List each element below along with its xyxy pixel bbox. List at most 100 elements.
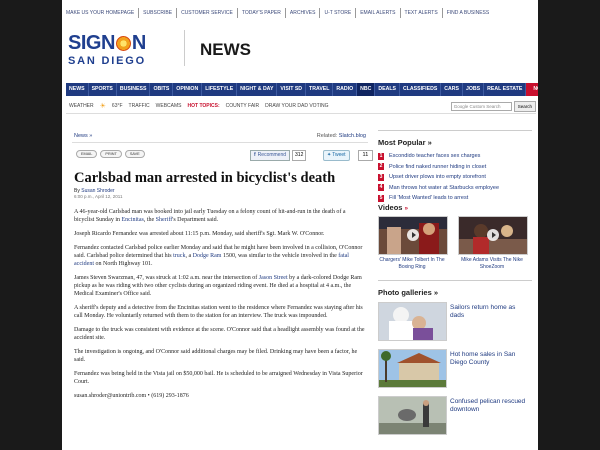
popular-link[interactable]: Upset driver plows into empty storefront (389, 174, 486, 180)
gallery-caption[interactable]: Sailors return home as dads (450, 304, 530, 320)
traffic-link[interactable]: TRAFFIC (126, 103, 153, 109)
top-link-text-alerts[interactable]: TEXT ALERTS (401, 8, 443, 18)
nav-cars[interactable]: CARS (441, 83, 463, 96)
video-card[interactable]: Chargers' Mike Tolbert In The Boxing Rin… (378, 216, 448, 270)
page: MAKE US YOUR HOMEPAGE SUBSCRIBE CUSTOMER… (62, 0, 538, 450)
gallery-item[interactable]: Confused pelican rescued downtown (378, 396, 532, 436)
gallery-thumbnail-image (379, 350, 446, 387)
save-button[interactable]: SAVE (124, 150, 145, 158)
text-run: on North Highway 101. (94, 261, 153, 267)
list-item[interactable]: 4 Man throws hot water at Starbucks emplo… (378, 183, 532, 194)
nav-opinion[interactable]: OPINION (173, 83, 203, 96)
nav-radio[interactable]: RADIO (333, 83, 358, 96)
breadcrumb: News » Related: Slatch.blog (72, 130, 368, 143)
tweet-button[interactable]: ✦Tweet (323, 150, 350, 161)
videos-title-text: Videos (378, 203, 403, 212)
logo-word: SIGN (68, 32, 115, 54)
top-link-subscribe[interactable]: SUBSCRIBE (139, 8, 178, 18)
link-jason-street[interactable]: Jason Street (259, 275, 288, 281)
gallery-thumbnail[interactable] (378, 396, 447, 435)
author-contact: susan.shroder@uniontrib.com • (619) 293-… (74, 393, 189, 399)
most-popular-title[interactable]: Most Popular » (378, 130, 532, 147)
popular-link[interactable]: Police find naked runner hiding in close… (389, 164, 486, 170)
top-links-bar: MAKE US YOUR HOMEPAGE SUBSCRIBE CUSTOMER… (62, 8, 538, 18)
gallery-item[interactable]: Sailors return home as dads (378, 302, 532, 342)
print-button[interactable]: PRINT (100, 150, 122, 158)
link-dodge-ram[interactable]: Dodge Ram (193, 253, 222, 259)
popular-link[interactable]: Escondido teacher faces sex charges (389, 153, 480, 159)
nav-sports[interactable]: SPORTS (89, 83, 117, 96)
text-run: , the (143, 217, 156, 223)
search-button[interactable]: Search (513, 100, 536, 112)
list-item[interactable]: 5 Fill 'Most Wanted' leads to arrest (378, 193, 532, 204)
related-link[interactable]: Slatch.blog (339, 133, 366, 139)
top-link-homepage[interactable]: MAKE US YOUR HOMEPAGE (62, 8, 140, 18)
popular-link[interactable]: Fill 'Most Wanted' leads to arrest (389, 195, 468, 201)
nav-jobs[interactable]: JOBS (463, 83, 485, 96)
video-caption[interactable]: Mike Adams Visits The Nike ShoeZoom (458, 257, 526, 270)
videos-section: Videos » Chargers' Mike Tolbert In The B… (378, 203, 532, 270)
gallery-item[interactable]: Hot home sales in San Diego County (378, 349, 532, 389)
facebook-count: 312 (292, 150, 307, 161)
nav-lifestyle[interactable]: LIFESTYLE (202, 83, 238, 96)
hot-topic-draw-your-dad[interactable]: DRAW YOUR DAD VOTING (262, 103, 331, 109)
site-logo[interactable]: SIGN N SAN DIEGO (68, 33, 174, 69)
gallery-thumbnail[interactable] (378, 349, 447, 388)
article-paragraph: The investigation is ongoing, and O'Conn… (74, 349, 358, 363)
hot-topic-county-fair[interactable]: COUNTY FAIR (223, 103, 263, 109)
nav-business[interactable]: BUSINESS (117, 83, 151, 96)
videos-title[interactable]: Videos » (378, 203, 532, 212)
sun-icon: ☀ (99, 103, 106, 110)
popular-link[interactable]: Man throws hot water at Starbucks employ… (389, 185, 499, 191)
facebook-recommend-button[interactable]: f Recommend (250, 150, 291, 161)
weather-temp[interactable]: 63°F (109, 103, 126, 109)
related-label: Related: (316, 133, 338, 139)
nav-nbc[interactable]: NBC (357, 83, 376, 96)
gallery-thumbnail[interactable] (378, 302, 447, 341)
top-link-customer-service[interactable]: CUSTOMER SERVICE (177, 8, 238, 18)
nav-classifieds[interactable]: CLASSIFIEDS (400, 83, 442, 96)
webcams-link[interactable]: WEBCAMS (153, 103, 185, 109)
play-icon (487, 229, 499, 241)
nav-deals[interactable]: DEALS (375, 83, 400, 96)
photo-galleries: Photo galleries » Sailors return home as… (378, 280, 532, 435)
video-card[interactable]: Mike Adams Visits The Nike ShoeZoom (458, 216, 528, 270)
gallery-thumbnail-image (379, 397, 446, 434)
hot-topics-label: HOT TOPICS: (187, 103, 220, 109)
dateline: 6:00 p.m., April 12, 2011 (74, 194, 123, 199)
video-thumbnail[interactable] (378, 216, 448, 255)
link-truck[interactable]: truck (173, 253, 185, 259)
nav-noticias[interactable]: NOTICIAS (526, 83, 538, 96)
gallery-caption[interactable]: Hot home sales in San Diego County (450, 351, 530, 367)
most-popular: Most Popular » 1 Escondido teacher faces … (378, 130, 532, 204)
weather-label[interactable]: WEATHER (66, 103, 97, 109)
article-paragraph: A sheriff's deputy and a detective from … (74, 305, 363, 319)
breadcrumb-news[interactable]: News » (74, 133, 92, 139)
nav-real-estate[interactable]: REAL ESTATE (484, 83, 527, 96)
search-input[interactable]: Google Custom Search (450, 101, 512, 111)
text-run: James Steven Swarzman, 47, was struck at… (74, 275, 259, 281)
top-link-todays-paper[interactable]: TODAY'S PAPER (238, 8, 286, 18)
nav-news[interactable]: NEWS (66, 83, 89, 96)
top-link-email-alerts[interactable]: EMAIL ALERTS (356, 8, 401, 18)
list-item[interactable]: 2 Police find naked runner hiding in clos… (378, 162, 532, 173)
top-link-store[interactable]: U-T STORE (320, 8, 357, 18)
gallery-caption[interactable]: Confused pelican rescued downtown (450, 398, 530, 414)
photo-galleries-title[interactable]: Photo galleries » (378, 280, 532, 297)
facebook-recommend: f Recommend 312 (250, 150, 307, 161)
video-thumbnail[interactable] (458, 216, 528, 255)
nav-travel[interactable]: TRAVEL (306, 83, 334, 96)
list-item[interactable]: 3 Upset driver plows into empty storefron… (378, 172, 532, 183)
link-sheriff[interactable]: Sheriff (156, 217, 173, 223)
email-button[interactable]: EMAIL (76, 150, 98, 158)
list-item[interactable]: 1 Escondido teacher faces sex charges (378, 151, 532, 162)
video-caption[interactable]: Chargers' Mike Tolbert In The Boxing Rin… (378, 257, 446, 270)
top-link-find-business[interactable]: FIND A BUSINESS (443, 8, 494, 18)
nav-night-day[interactable]: NIGHT & DAY (237, 83, 278, 96)
article-body: A 46-year-old Carlsbad man was booked in… (74, 208, 366, 406)
link-encinitas[interactable]: Encinitas (122, 217, 144, 223)
nav-obits[interactable]: OBITS (150, 83, 174, 96)
top-link-archives[interactable]: ARCHIVES (286, 8, 321, 18)
nav-visit-sd[interactable]: VISIT SD (277, 83, 307, 96)
facebook-icon: f (254, 152, 256, 158)
